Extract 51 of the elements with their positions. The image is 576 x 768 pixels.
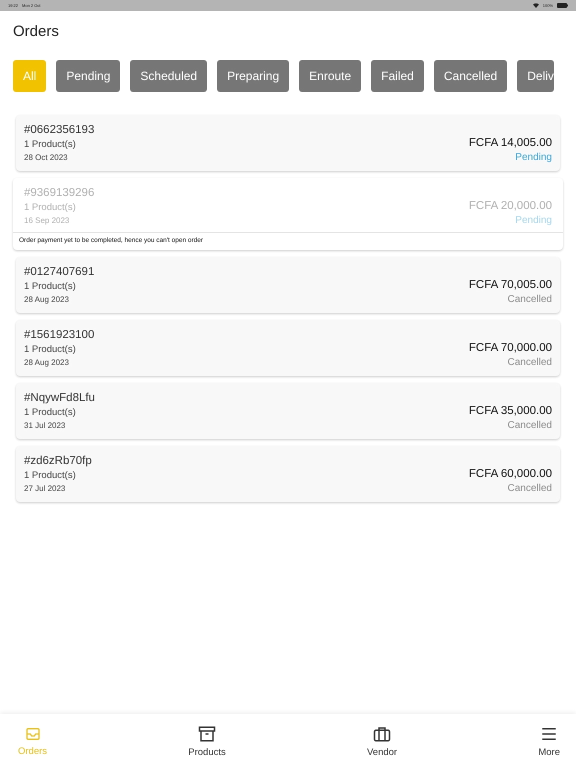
nav-tab[interactable]: Vendor <box>366 714 398 768</box>
order-status: Cancelled <box>508 356 552 369</box>
order-date: 28 Aug 2023 <box>24 357 70 369</box>
order-card[interactable]: #NqywFd8Lfu 1 Product(s) 31 Jul 2023 FCFA 35,000.00 Cancelled <box>16 383 560 439</box>
filter-tab[interactable]: Scheduled <box>130 60 208 92</box>
order-card[interactable]: #0662356193 1 Product(s) 28 Oct 2023 FCFA 14,005.00 Pending <box>16 115 560 171</box>
order-date: 16 Sep 2023 <box>24 215 70 227</box>
inbox-icon <box>24 726 41 742</box>
order-number: #NqywFd8Lfu <box>24 391 95 406</box>
order-number: #0662356193 <box>24 123 94 138</box>
product-count: 1 Product(s) <box>24 469 77 482</box>
product-count: 1 Product(s) <box>24 201 77 214</box>
order-number: #9369139296 <box>24 186 94 201</box>
order-amount: FCFA 14,005.00 <box>468 136 552 151</box>
battery-icon <box>557 3 568 8</box>
wifi-icon <box>532 3 539 8</box>
filter-tab[interactable]: Preparing <box>217 60 290 92</box>
order-amount: FCFA 60,000.00 <box>468 467 552 482</box>
order-status: Pending <box>515 151 552 164</box>
order-amount: FCFA 70,005.00 <box>468 278 552 293</box>
order-card[interactable]: #zd6zRb70fp 1 Product(s) 27 Jul 2023 FCFA 60,000.00 Cancelled <box>16 446 560 502</box>
product-count: 1 Product(s) <box>24 406 77 419</box>
archive-icon <box>198 724 216 742</box>
filter-tab[interactable]: Cancelled <box>434 60 508 92</box>
order-date: 31 Jul 2023 <box>24 420 66 432</box>
filter-tab[interactable]: Pending <box>56 60 120 92</box>
order-date: 27 Jul 2023 <box>24 483 66 495</box>
product-count: 1 Product(s) <box>24 138 77 151</box>
order-date: 28 Oct 2023 <box>24 152 69 164</box>
order-amount: FCFA 35,000.00 <box>468 404 552 419</box>
order-amount: FCFA 20,000.00 <box>468 199 552 214</box>
order-status: Pending <box>515 214 552 227</box>
product-count: 1 Product(s) <box>24 280 77 293</box>
page-title: Orders <box>13 22 60 42</box>
order-number: #1561923100 <box>24 328 94 343</box>
product-count: 1 Product(s) <box>24 343 77 356</box>
order-status: Cancelled <box>508 482 552 495</box>
order-date: 28 Aug 2023 <box>24 294 70 306</box>
briefcase-icon <box>373 724 392 742</box>
filter-tab[interactable]: Failed <box>371 60 424 92</box>
order-card[interactable]: #1561923100 1 Product(s) 28 Aug 2023 FCFA 70,000.00 Cancelled <box>16 320 560 376</box>
nav-tab[interactable]: More <box>538 714 560 768</box>
order-number: #zd6zRb70fp <box>24 454 92 469</box>
nav-tab[interactable]: Products <box>188 714 226 768</box>
order-amount: FCFA 70,000.00 <box>468 341 552 356</box>
order-card[interactable]: #0127407691 1 Product(s) 28 Aug 2023 FCFA 70,005.00 Cancelled <box>16 257 560 313</box>
order-number: #0127407691 <box>24 265 94 280</box>
filter-tab[interactable]: Deliv <box>517 60 554 92</box>
order-status: Cancelled <box>508 419 552 432</box>
filter-tab[interactable]: Enroute <box>299 60 362 92</box>
order-status: Cancelled <box>508 293 552 306</box>
